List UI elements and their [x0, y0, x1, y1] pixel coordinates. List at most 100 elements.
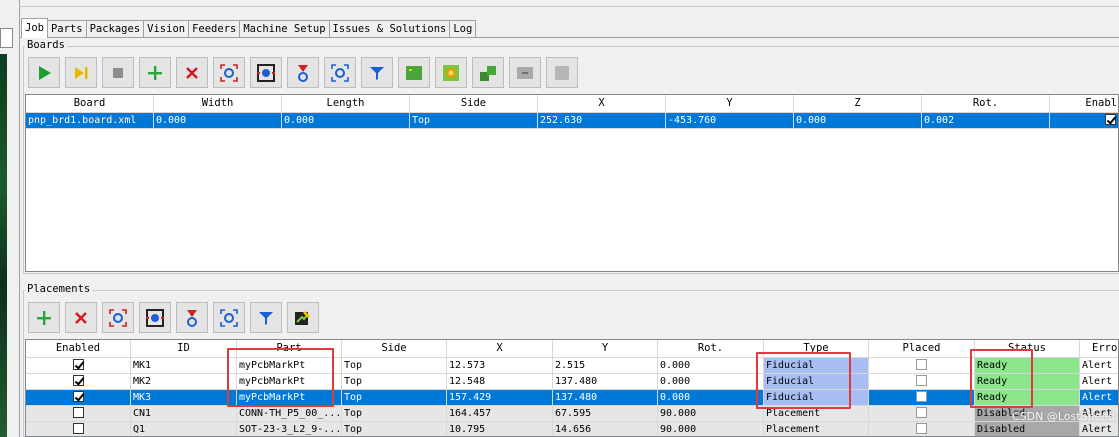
enabled-checkbox[interactable]	[72, 374, 84, 386]
filter-icon	[370, 66, 384, 80]
cell-y: -453.760	[666, 113, 794, 129]
cell-status: Ready	[975, 390, 1080, 406]
position-camera-icon	[257, 63, 275, 82]
enabled-checkbox[interactable]	[72, 422, 84, 434]
placed-checkbox[interactable]	[916, 422, 927, 434]
step-job-button[interactable]	[65, 57, 97, 88]
fiducial-check-placement-button[interactable]	[213, 302, 245, 333]
cell-part: SOT-23-3_L2_9-...	[237, 422, 342, 436]
tab-vision[interactable]: Vision	[143, 20, 190, 38]
cell-part: CONN-TH_P5_00_...	[237, 406, 342, 422]
board-button[interactable]	[398, 57, 430, 88]
col-width[interactable]: Width	[154, 95, 282, 112]
cell-y: 67.595	[553, 406, 658, 422]
table-row[interactable]: MK2 myPcbMarkPt Top 12.548 137.480 0.000 Fiduc…	[26, 374, 1118, 390]
tab-log[interactable]: Log	[449, 20, 477, 38]
col-rot[interactable]: Rot.	[658, 340, 764, 357]
fiducial-check-button[interactable]	[324, 57, 356, 88]
remove-placement-button[interactable]	[65, 302, 97, 333]
remove-icon	[75, 311, 87, 324]
fiducial-check-icon	[331, 63, 349, 82]
tab-packages[interactable]: Packages	[85, 20, 145, 38]
position-camera-button[interactable]	[250, 57, 282, 88]
placed-checkbox[interactable]	[916, 390, 927, 402]
cell-enabled	[26, 390, 131, 406]
col-board[interactable]: Board	[26, 95, 154, 112]
tab-parts[interactable]: Parts	[46, 20, 87, 38]
cell-y: 2.515	[553, 358, 658, 374]
col-enabled[interactable]: Enabled	[26, 340, 131, 357]
table-row[interactable]: MK1 myPcbMarkPt Top 12.573 2.515 0.000 Fiducia…	[26, 358, 1118, 374]
col-side[interactable]: Side	[342, 340, 447, 357]
tab-issues-solutions[interactable]: Issues & Solutions	[328, 20, 451, 38]
cell-enabled	[26, 358, 131, 374]
enabled-checkbox[interactable]	[72, 406, 84, 418]
stop-job-button[interactable]	[102, 57, 134, 88]
position-nozzle-placement-button[interactable]	[176, 302, 208, 333]
col-error[interactable]: Error	[1080, 340, 1118, 357]
tab-job[interactable]: Job	[21, 18, 48, 38]
capture-placement-button[interactable]	[102, 302, 134, 333]
add-icon	[148, 65, 162, 80]
boards-group-title: Boards	[25, 39, 67, 51]
edit-placement-button[interactable]	[287, 302, 319, 333]
table-row[interactable]: MK3 myPcbMarkPt Top 157.429 137.480 0.000 Fidu…	[26, 390, 1118, 406]
panel-button[interactable]	[435, 57, 467, 88]
add-placement-button[interactable]	[28, 302, 60, 333]
placed-checkbox[interactable]	[916, 374, 927, 386]
col-id[interactable]: ID	[131, 340, 237, 357]
cell-y: 14.656	[553, 422, 658, 436]
col-part[interactable]: Part	[237, 340, 342, 357]
table-row[interactable]: CN1 CONN-TH_P5_00_... Top 164.457 67.595 90.0…	[26, 406, 1118, 422]
add-icon	[37, 310, 51, 325]
col-placed[interactable]: Placed	[869, 340, 975, 357]
add-board-button[interactable]	[139, 57, 171, 88]
col-type[interactable]: Type	[764, 340, 869, 357]
enabled-checkbox[interactable]	[72, 358, 84, 370]
col-x[interactable]: X	[538, 95, 666, 112]
col-length[interactable]: Length	[282, 95, 410, 112]
stop-icon	[113, 67, 123, 78]
cell-error: Alert	[1080, 374, 1118, 390]
placed-checkbox[interactable]	[916, 406, 927, 418]
position-camera-placement-button[interactable]	[139, 302, 171, 333]
move-board-button[interactable]	[509, 57, 541, 88]
remove-board-button[interactable]	[176, 57, 208, 88]
position-nozzle-button[interactable]	[287, 57, 319, 88]
capture-camera-button[interactable]	[213, 57, 245, 88]
panel-icon	[443, 64, 459, 81]
cell-side: Top	[410, 113, 538, 129]
col-side[interactable]: Side	[410, 95, 538, 112]
watermark: CSDN @LostSpeed	[1011, 410, 1115, 423]
board-enabled-checkbox[interactable]	[1105, 113, 1116, 125]
col-y[interactable]: Y	[553, 340, 658, 357]
cell-id: Q1	[131, 422, 237, 436]
col-z[interactable]: Z	[794, 95, 922, 112]
col-y[interactable]: Y	[666, 95, 794, 112]
start-job-button[interactable]	[28, 57, 60, 88]
col-status[interactable]: Status	[975, 340, 1080, 357]
cell-x: 10.795	[447, 422, 553, 436]
col-x[interactable]: X	[447, 340, 553, 357]
filter-button[interactable]	[361, 57, 393, 88]
table-row[interactable]: Q1 SOT-23-3_L2_9-... Top 10.795 14.656 90.000…	[26, 422, 1118, 436]
cell-placed	[869, 422, 975, 436]
disabled-button[interactable]	[546, 57, 578, 88]
table-row[interactable]: pnp_brd1.board.xml 0.000 0.000 Top 252.6…	[26, 113, 1118, 129]
placements-rows: MK1 myPcbMarkPt Top 12.573 2.515 0.000 Fiducia…	[26, 358, 1118, 436]
col-rot[interactable]: Rot.	[922, 95, 1050, 112]
enabled-checkbox[interactable]	[72, 390, 84, 402]
tab-machine-setup[interactable]: Machine Setup	[239, 20, 330, 38]
col-enabled[interactable]: Enabl	[1050, 95, 1118, 112]
left-panel-control[interactable]	[0, 28, 13, 48]
tab-feeders[interactable]: Feeders	[188, 20, 241, 38]
cell-type: Placement	[764, 422, 869, 436]
cell-placed	[869, 406, 975, 422]
filter-placement-button[interactable]	[250, 302, 282, 333]
cell-side: Top	[342, 374, 447, 390]
placed-checkbox[interactable]	[916, 358, 927, 370]
cell-side: Top	[342, 406, 447, 422]
filter-icon	[259, 311, 273, 325]
cell-part: myPcbMarkPt	[237, 374, 342, 390]
copy-board-button[interactable]	[472, 57, 504, 88]
